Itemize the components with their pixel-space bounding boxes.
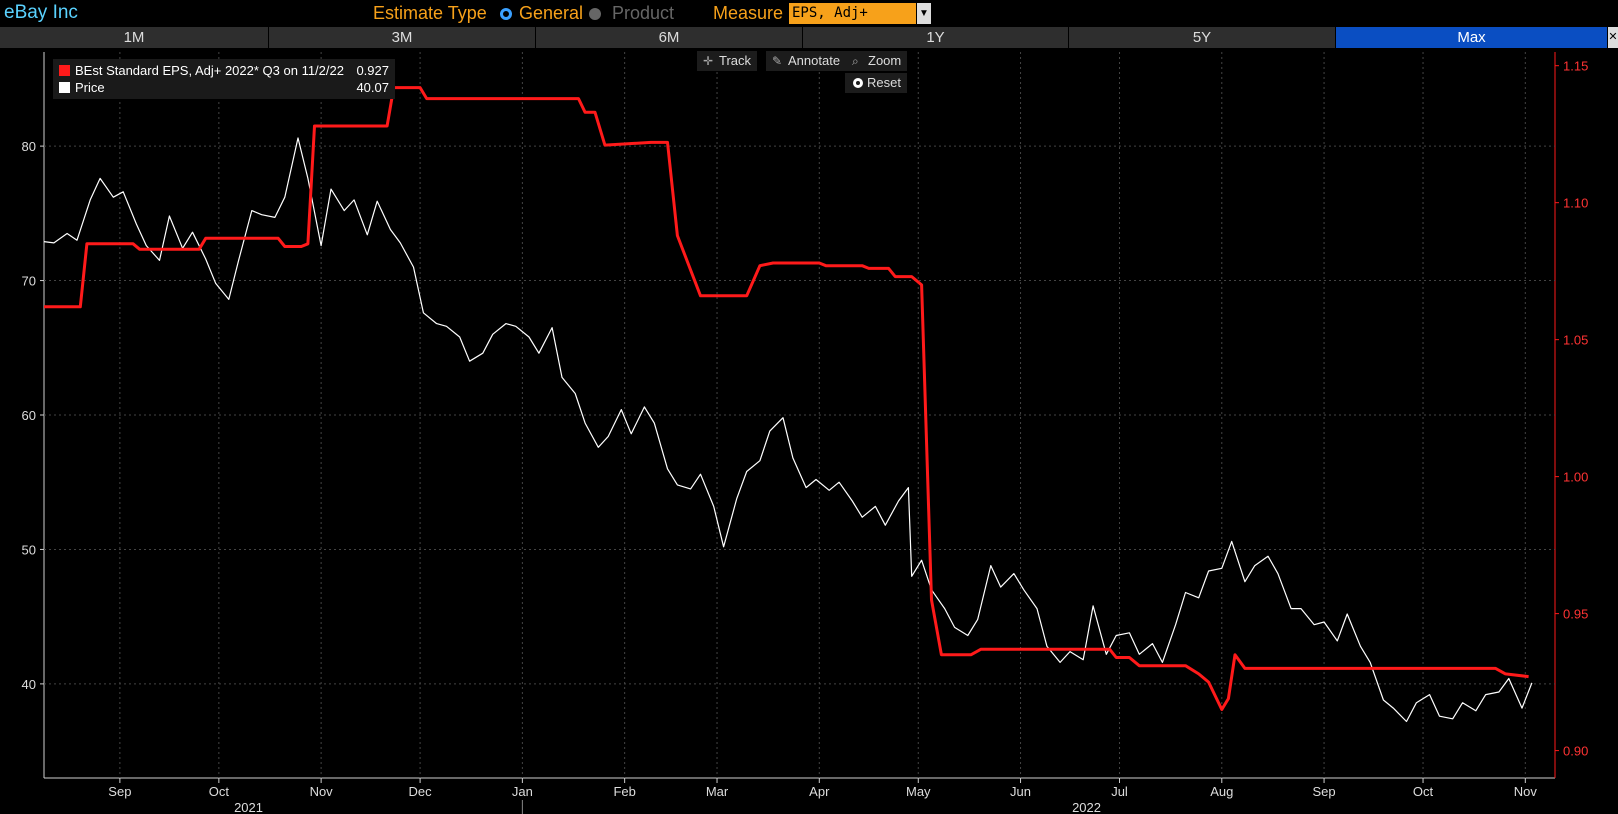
estimate-type-label: Estimate Type bbox=[373, 3, 487, 23]
price-series-line bbox=[43, 137, 1533, 723]
tab-1y[interactable]: 1Y bbox=[803, 27, 1069, 48]
chart-legend: BEst Standard EPS, Adj+ 2022* Q3 on 11/2… bbox=[53, 59, 395, 99]
eps-swatch bbox=[59, 65, 70, 76]
radio-product[interactable] bbox=[589, 8, 601, 20]
year-label: 2021 bbox=[234, 800, 263, 814]
year-label: 2022 bbox=[1072, 800, 1101, 814]
x-tick-label: Aug bbox=[1210, 784, 1233, 799]
left-tick-label: 60 bbox=[22, 408, 36, 423]
legend-price-label: Price bbox=[75, 80, 105, 95]
x-tick-label: Sep bbox=[1312, 784, 1335, 799]
x-tick-label: Dec bbox=[409, 784, 433, 799]
right-tick-label: 0.90 bbox=[1563, 744, 1588, 759]
reset-button[interactable]: Reset bbox=[845, 73, 907, 93]
price-eps-chart[interactable]: 40 50 60 70 80 0.90 0.95 1.00 1.05 1.10 1.15 Sep Oct… bbox=[0, 48, 1618, 814]
left-tick-label: 70 bbox=[22, 274, 36, 289]
measure-label: Measure bbox=[713, 3, 784, 23]
x-tick-label: Nov bbox=[310, 784, 334, 799]
measure-dropdown[interactable]: EPS, Adj+ bbox=[789, 3, 916, 24]
legend-eps-value: 0.927 bbox=[356, 63, 389, 78]
x-tick-label: Jan bbox=[512, 784, 533, 799]
radio-general[interactable] bbox=[500, 8, 512, 20]
top-bar: eBay Inc Estimate Type General Product M… bbox=[0, 0, 1618, 26]
right-tick-label: 1.10 bbox=[1563, 196, 1588, 211]
annotate-button[interactable]: ✎ Annotate bbox=[766, 51, 847, 71]
crosshair-icon: ✛ bbox=[703, 54, 714, 68]
period-tabs: 1M 3M 6M 1Y 5Y Max ✕ bbox=[0, 27, 1618, 48]
tab-3m[interactable]: 3M bbox=[269, 27, 536, 48]
right-tick-label: 1.05 bbox=[1563, 333, 1588, 348]
x-tick-label: Mar bbox=[706, 784, 729, 799]
x-tick-label: Oct bbox=[209, 784, 230, 799]
left-tick-label: 80 bbox=[22, 139, 36, 154]
legend-price-value: 40.07 bbox=[356, 80, 389, 95]
eps-series-line bbox=[44, 86, 1529, 711]
tab-1m[interactable]: 1M bbox=[0, 27, 269, 48]
security-title[interactable]: eBay Inc bbox=[4, 2, 78, 24]
reset-icon bbox=[853, 78, 863, 88]
left-tick-label: 50 bbox=[22, 542, 36, 557]
x-tick-label: Apr bbox=[809, 784, 830, 799]
option-general-label[interactable]: General bbox=[519, 3, 583, 24]
zoom-label: Zoom bbox=[868, 53, 902, 68]
x-tick-label: Feb bbox=[613, 784, 635, 799]
track-label: Track bbox=[719, 53, 752, 68]
pencil-icon: ✎ bbox=[772, 54, 783, 68]
x-tick-label: Nov bbox=[1514, 784, 1538, 799]
right-tick-label: 0.95 bbox=[1563, 607, 1588, 622]
close-icon[interactable]: ✕ bbox=[1608, 27, 1618, 48]
x-tick-label: May bbox=[906, 784, 931, 799]
right-tick-label: 1.00 bbox=[1563, 470, 1588, 485]
x-tick-label: Jun bbox=[1010, 784, 1031, 799]
price-swatch bbox=[59, 82, 70, 93]
tab-6m[interactable]: 6M bbox=[536, 27, 803, 48]
legend-eps-label: BEst Standard EPS, Adj+ 2022* Q3 on 11/2… bbox=[75, 63, 344, 78]
left-tick-label: 40 bbox=[22, 677, 36, 692]
x-tick-label: Oct bbox=[1413, 784, 1434, 799]
tab-5y[interactable]: 5Y bbox=[1069, 27, 1336, 48]
annotate-label: Annotate bbox=[788, 53, 841, 68]
legend-price: Price 40.07 bbox=[59, 80, 389, 96]
tab-max[interactable]: Max bbox=[1336, 27, 1608, 48]
magnifier-icon: ⌕ bbox=[852, 54, 859, 68]
x-tick-label: Jul bbox=[1111, 784, 1128, 799]
chevron-down-icon[interactable]: ▼ bbox=[917, 3, 931, 24]
track-button[interactable]: ✛ Track bbox=[697, 51, 758, 71]
option-product-label[interactable]: Product bbox=[612, 3, 674, 24]
reset-label: Reset bbox=[867, 75, 901, 90]
right-tick-label: 1.15 bbox=[1563, 59, 1588, 74]
x-tick-label: Sep bbox=[108, 784, 131, 799]
zoom-button[interactable]: ⌕ Zoom bbox=[846, 51, 908, 71]
legend-eps: BEst Standard EPS, Adj+ 2022* Q3 on 11/2… bbox=[59, 63, 389, 79]
